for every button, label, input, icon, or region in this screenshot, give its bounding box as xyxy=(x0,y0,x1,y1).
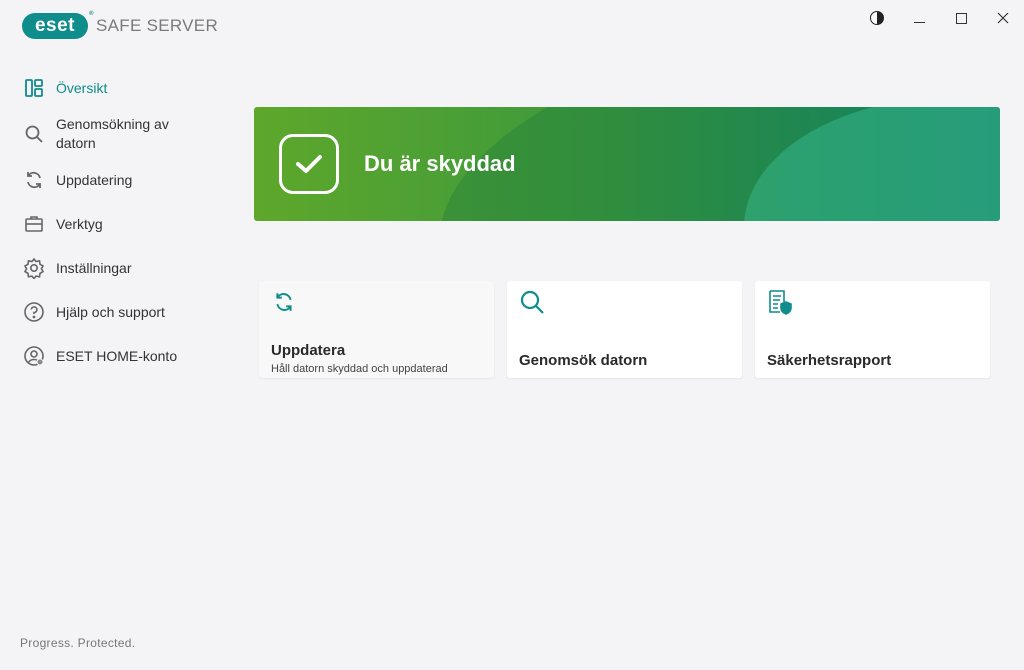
sidebar-item-label: ESET HOME-konto xyxy=(56,347,178,364)
sidebar-item-label: Genomsökning av datorn xyxy=(56,116,169,151)
account-icon xyxy=(22,344,46,368)
sidebar-item-tools[interactable]: Verktyg xyxy=(0,202,230,246)
card-title: Uppdatera xyxy=(271,342,346,359)
status-title: Du är skyddad xyxy=(364,151,516,176)
product-name: SAFE SERVER xyxy=(96,16,219,35)
sidebar-item-computer-scan[interactable]: Genomsökning av datorn xyxy=(0,110,230,158)
search-icon xyxy=(519,289,545,315)
app-logo: eset ® SAFE SERVER xyxy=(22,11,219,39)
card-title: Genomsök datorn xyxy=(519,352,648,369)
sidebar-item-label: Hjälp och support xyxy=(56,303,165,320)
sidebar-item-settings[interactable]: Inställningar xyxy=(0,246,230,290)
overview-icon xyxy=(22,76,46,100)
toolbox-icon xyxy=(22,212,46,236)
eset-logo: eset ® xyxy=(22,11,94,39)
sidebar-item-label: Inställningar xyxy=(56,259,132,276)
checkmark-icon xyxy=(279,134,339,194)
sidebar-item-label: Verktyg xyxy=(56,215,103,232)
logo-text: eset xyxy=(34,15,76,36)
maximize-button[interactable] xyxy=(940,6,982,30)
refresh-icon xyxy=(271,289,297,315)
sidebar-item-eset-home[interactable]: ESET HOME-konto xyxy=(0,334,230,378)
card-subtitle: Håll datorn skyddad och uppdaterad xyxy=(271,363,448,375)
contrast-icon xyxy=(870,11,884,25)
contrast-toggle-button[interactable] xyxy=(856,6,898,30)
security-report-card[interactable]: Säkerhetsrapport xyxy=(755,281,990,378)
update-card[interactable]: Uppdatera Håll datorn skyddad och uppdat… xyxy=(259,281,494,378)
sidebar-item-label: Uppdatering xyxy=(56,171,133,188)
minimize-button[interactable] xyxy=(898,6,940,30)
gear-icon xyxy=(22,256,46,280)
sidebar-item-overview[interactable]: Översikt xyxy=(0,66,230,110)
scan-computer-card[interactable]: Genomsök datorn xyxy=(507,281,742,378)
close-button[interactable] xyxy=(982,6,1024,30)
sidebar-item-update[interactable]: Uppdatering xyxy=(0,158,230,202)
card-title: Säkerhetsrapport xyxy=(767,352,892,369)
sidebar-item-label: Översikt xyxy=(56,79,108,96)
help-icon xyxy=(22,300,46,324)
protection-status-banner: Du är skyddad xyxy=(254,107,1000,221)
sidebar-item-help[interactable]: Hjälp och support xyxy=(0,290,230,334)
minimize-icon xyxy=(913,21,925,23)
window-controls xyxy=(856,6,1024,30)
sidebar: Översikt Genomsökning av datorn Uppdater… xyxy=(0,66,230,378)
security-report-icon xyxy=(767,289,793,315)
search-icon xyxy=(22,122,46,146)
maximize-icon xyxy=(955,12,967,24)
footer-tagline: Progress. Protected. xyxy=(20,636,136,650)
refresh-icon xyxy=(22,168,46,192)
close-icon xyxy=(997,12,1009,24)
